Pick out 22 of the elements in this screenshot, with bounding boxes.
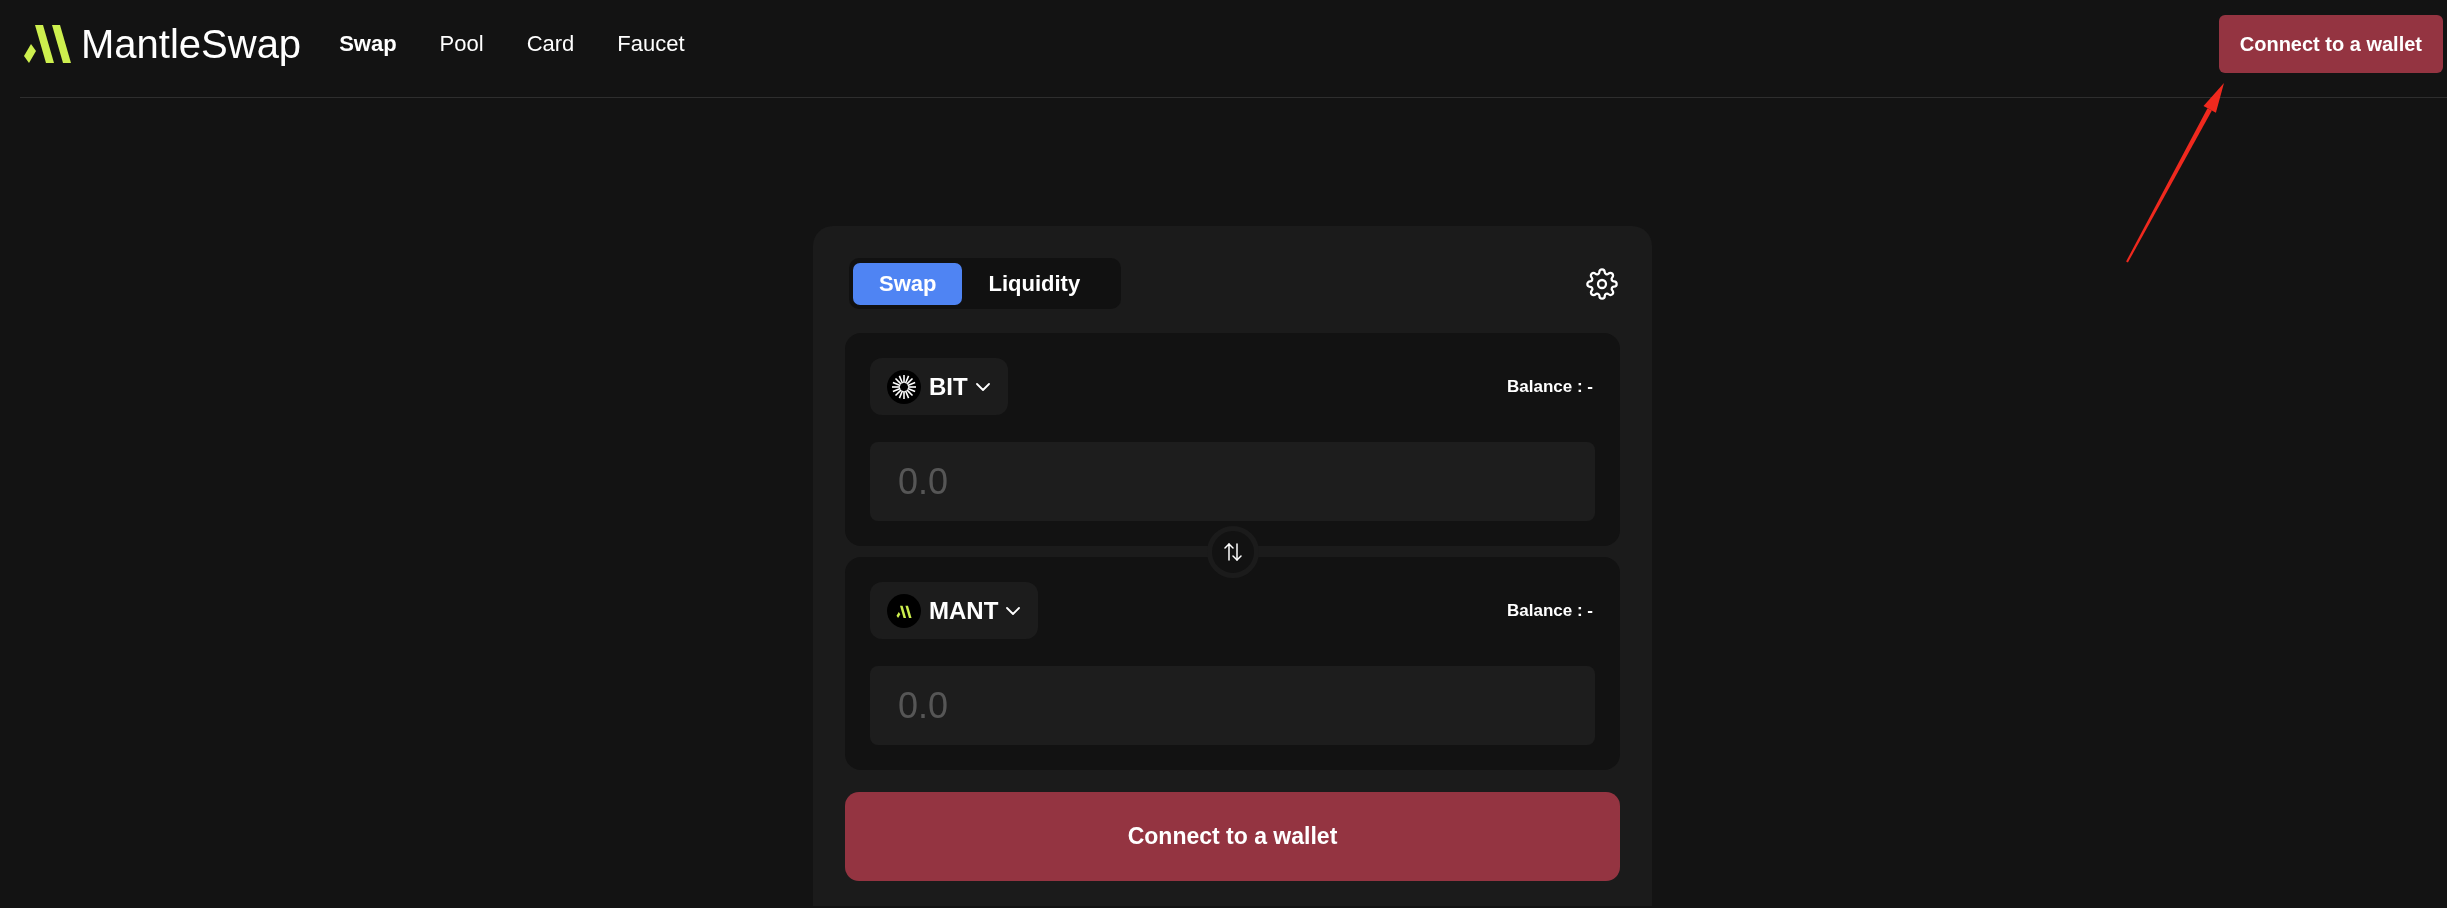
logo-icon <box>24 24 71 64</box>
balance-label: Balance : - <box>1507 376 1593 397</box>
nav-link[interactable]: Pool <box>439 31 484 57</box>
chevron-down-icon <box>975 382 990 391</box>
balance-label: Balance : - <box>1507 600 1593 621</box>
token-selector[interactable]: BIT <box>870 358 1008 415</box>
nav-link[interactable]: Faucet <box>617 31 685 57</box>
settings-icon[interactable] <box>1586 267 1618 300</box>
starburst-token-icon <box>887 369 921 404</box>
tab[interactable]: Swap <box>853 262 963 305</box>
logo-text: MantleSwap <box>81 21 302 67</box>
nav-link[interactable]: Card <box>526 31 575 57</box>
connect-wallet-button[interactable]: Connect to a wallet <box>2218 15 2443 73</box>
amount-input[interactable]: 0.0 <box>870 442 1595 521</box>
tab[interactable]: Liquidity <box>962 262 1107 305</box>
token-logo-icon <box>887 593 921 628</box>
token-selector[interactable]: MANT <box>870 582 1039 639</box>
chevron-down-icon <box>1006 606 1021 615</box>
swap-arrows-icon <box>1223 542 1242 561</box>
nav-link[interactable]: Swap <box>339 31 397 57</box>
connect-wallet-button[interactable]: Connect to a wallet <box>845 792 1620 881</box>
amount-input[interactable]: 0.0 <box>870 666 1595 745</box>
